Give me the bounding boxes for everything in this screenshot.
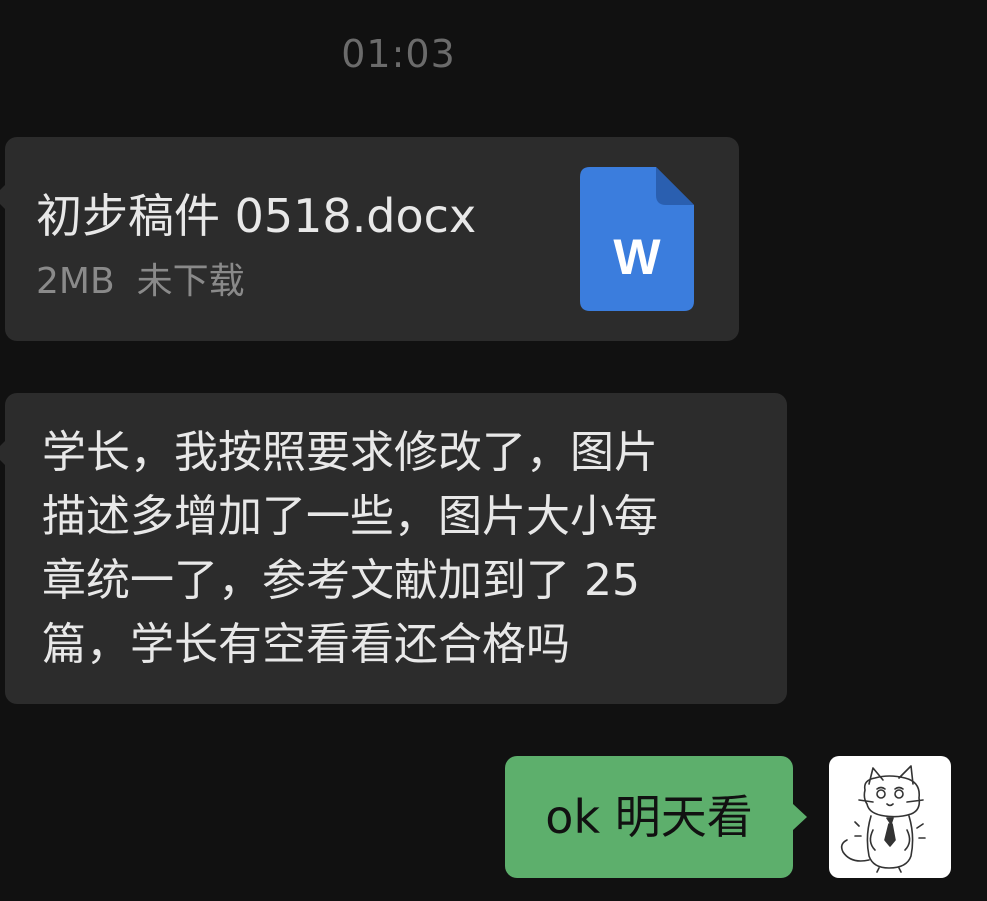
message-text: 学长，我按照要求修改了，图片 描述多增加了一些，图片大小每 章统一了，参考文献加…: [42, 421, 762, 677]
cat-sketch-avatar-icon: [840, 765, 926, 873]
file-name: 初步稿件 0518.docx: [36, 189, 477, 243]
message-line: 篇，学长有空看看还合格吗: [42, 619, 570, 670]
download-status: 未下载: [136, 261, 245, 302]
message-line: 学长，我按照要求修改了，图片: [42, 427, 658, 478]
message-line: 章统一了，参考文献加到了 25: [42, 555, 640, 606]
message-timestamp: 01:03: [341, 32, 456, 76]
word-doc-icon: W: [580, 167, 694, 311]
file-size: 2MB: [36, 261, 115, 302]
outgoing-message-text: ok 明天看: [545, 790, 753, 844]
user-avatar[interactable]: [829, 756, 951, 878]
file-meta: 2MB 未下载: [36, 252, 245, 304]
outgoing-message-bubble[interactable]: ok 明天看: [505, 756, 807, 878]
message-line: 描述多增加了一些，图片大小每: [42, 491, 658, 542]
word-doc-letter: W: [613, 229, 661, 285]
